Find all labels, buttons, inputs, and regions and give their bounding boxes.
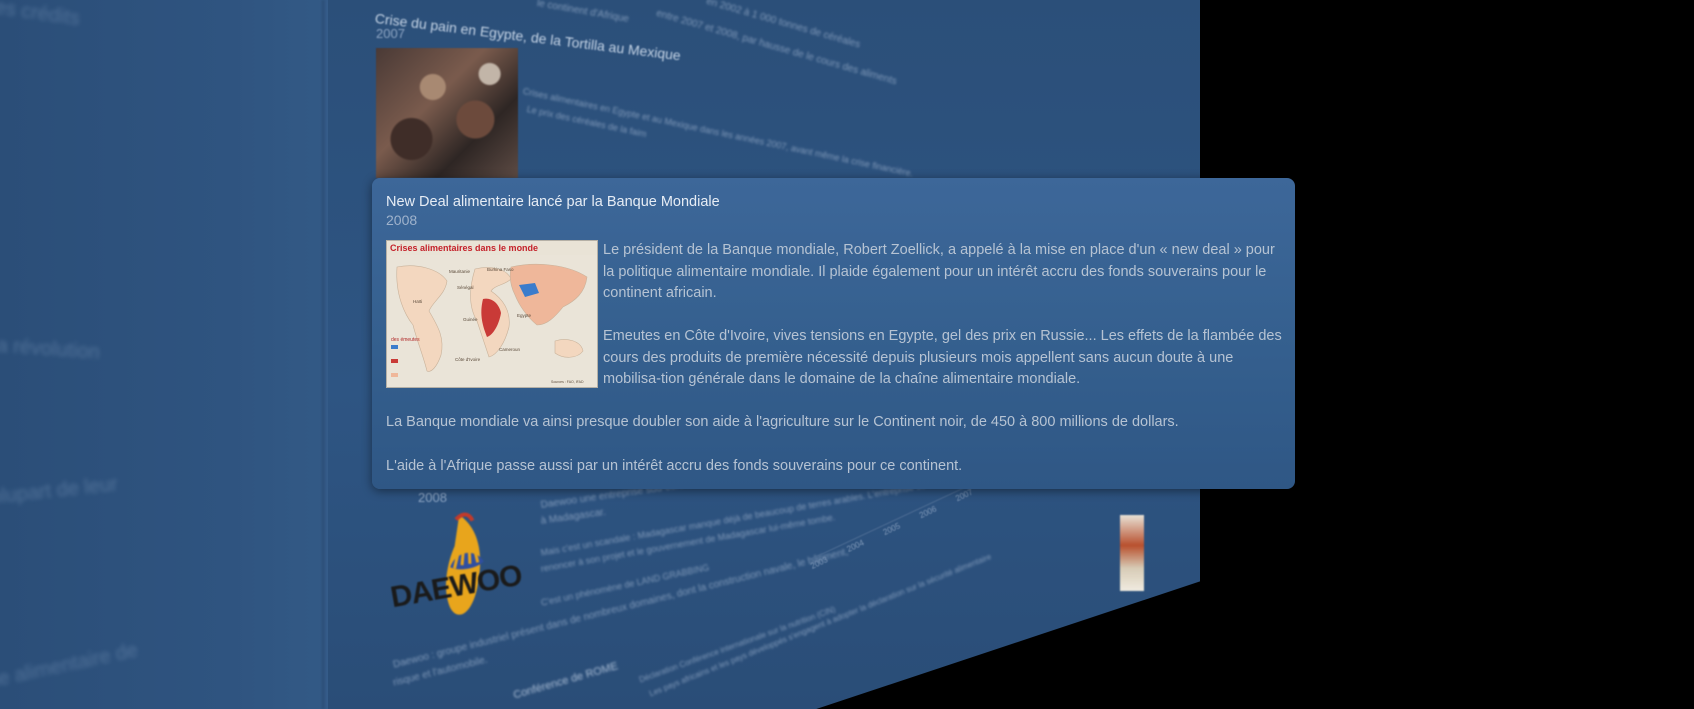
ruler-label: 2007 [954,487,975,504]
map-title: Crises alimentaires dans le monde [390,243,539,253]
food-crisis-map-image[interactable]: Crises alimentaires dans le monde des ém… [386,240,598,388]
card-paragraph: La Banque mondiale va ainsi presque doub… [386,414,1179,430]
ghost-text: la révolution [0,334,101,364]
crowd-photo-thumbnail[interactable] [376,48,518,178]
ghost-text: plupart de leur [0,473,119,509]
ruler-label: 2004 [845,538,866,554]
timeline-item-year: 2007 [376,26,405,41]
left-side-panel: les crédits la révolution plupart de leu… [0,0,330,709]
event-detail-card[interactable]: New Deal alimentaire lancé par la Banque… [372,178,1295,489]
timeline-text-line: Crises alimentaires en Egypte et au Mexi… [521,86,915,179]
ghost-text: les crédits [0,0,82,31]
map-label: Guinée [463,317,478,322]
card-year: 2008 [386,212,418,228]
panel-divider [322,0,328,709]
map-label: Egypte [517,313,532,318]
timeline-item-title[interactable]: Conférence de ROME [512,660,619,701]
daewoo-logo [446,512,484,615]
card-paragraph: Emeutes en Côte d'Ivoire, vives tensions… [603,328,1282,388]
ruler-label: 2005 [881,521,902,538]
map-label: Cameroun [499,347,521,352]
card-paragraph: L'aide à l'Afrique passe aussi par un in… [386,458,963,474]
map-label: Burkina Faso [487,267,514,272]
timeline-item-year: 2008 [418,490,447,505]
map-label: Sénégal [457,285,474,290]
ruler-label: 2003 [809,555,830,571]
timeline-text-line: le continent d'Afrique [536,0,630,25]
ruler-label: 2006 [918,504,938,521]
world-map-icon: des émeutes Mauritanie Burkina Faso Séné… [387,255,597,387]
timeline-text-line: à Madagascar. [540,506,607,527]
map-legend-header: des émeutes [391,337,420,343]
ghost-text: de alimentaire de [0,639,140,693]
card-title: New Deal alimentaire lancé par la Banque… [386,194,720,210]
map-label: Mauritanie [449,269,471,274]
timeline-text-line: Déclaration Conférence internationale su… [638,604,837,685]
map-source: Sources : FAO, IFAD [551,380,584,384]
card-paragraph: Le président de la Banque mondiale, Robe… [603,242,1275,302]
map-label: Haïti [413,299,422,304]
map-label: Côte d'Ivoire [455,357,481,362]
